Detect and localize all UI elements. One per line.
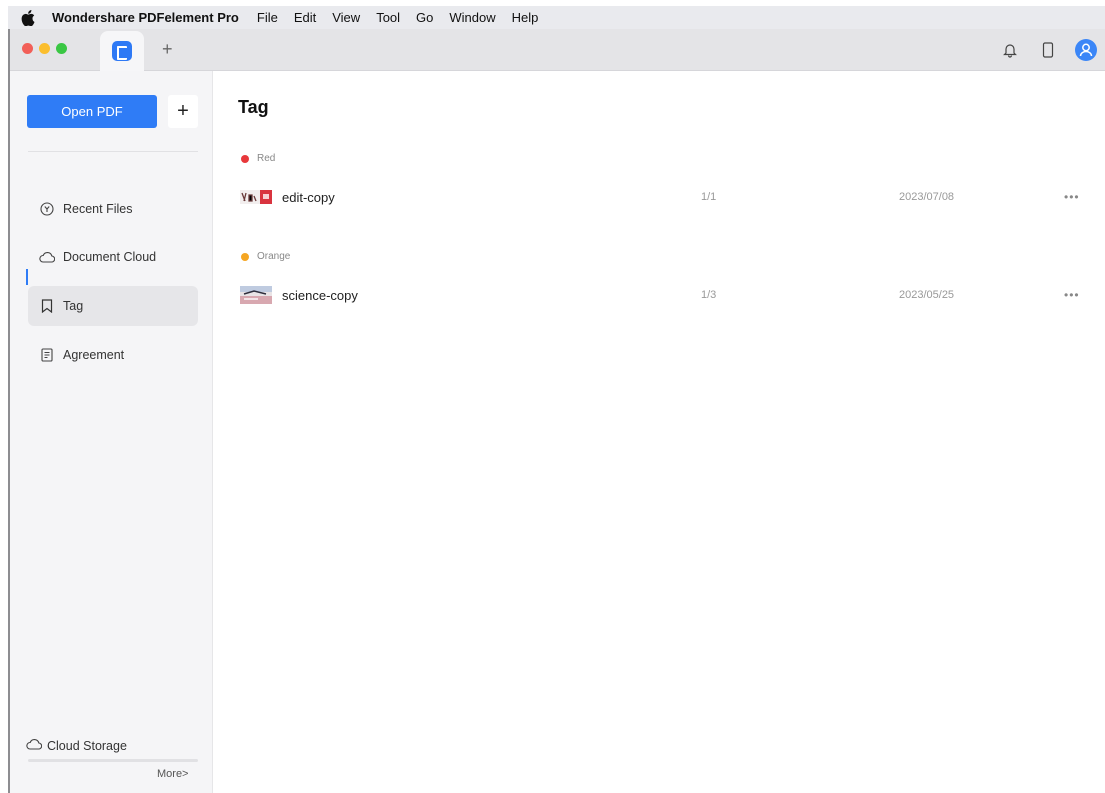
sidebar-item-tag[interactable]: Tag (28, 286, 198, 326)
apple-icon[interactable] (8, 6, 48, 29)
menu-view[interactable]: View (324, 6, 368, 29)
menu-tool[interactable]: Tool (368, 6, 408, 29)
app-window: + Open PDF + Recent Files Document Cloud… (8, 29, 1105, 793)
menu-file[interactable]: File (249, 6, 286, 29)
sidebar-item-label: Tag (63, 299, 84, 313)
cloud-storage-label: Cloud Storage (47, 738, 127, 753)
more-options-icon[interactable]: ••• (1064, 190, 1080, 204)
file-row[interactable]: science-copy 1/3 2023/05/25 ••• (240, 281, 1085, 309)
tag-group-label: Orange (257, 251, 291, 262)
user-avatar-icon[interactable] (1075, 39, 1097, 61)
file-pages: 1/3 (701, 289, 717, 301)
titlebar-actions (999, 39, 1097, 61)
tab-home[interactable] (100, 31, 144, 71)
cloud-storage-link[interactable]: Cloud Storage (26, 738, 127, 753)
file-row[interactable]: edit-copy 1/1 2023/07/08 ••• (240, 183, 1085, 211)
document-icon (39, 347, 55, 363)
sidebar-item-agreement[interactable]: Agreement (28, 335, 198, 375)
menu-bar: Wondershare PDFelement Pro File Edit Vie… (8, 6, 1105, 29)
file-name: science-copy (282, 287, 358, 303)
bell-icon[interactable] (999, 39, 1021, 61)
file-thumbnail (240, 286, 272, 304)
file-thumbnail (240, 188, 272, 206)
menu-help[interactable]: Help (504, 6, 547, 29)
minimize-window-button[interactable] (39, 43, 50, 54)
tag-group-red: Red (241, 153, 275, 164)
phone-icon[interactable] (1037, 39, 1059, 61)
file-date: 2023/05/25 (899, 289, 955, 301)
active-indicator (26, 269, 28, 285)
more-options-icon[interactable]: ••• (1064, 288, 1080, 302)
tag-color-dot (241, 154, 249, 163)
more-link[interactable]: More> (157, 768, 189, 780)
file-pages: 1/1 (701, 191, 717, 203)
open-pdf-button[interactable]: Open PDF (27, 95, 157, 128)
sidebar-divider (28, 151, 198, 152)
add-button[interactable]: + (168, 95, 198, 128)
tag-group-orange: Orange (241, 251, 290, 262)
page-title: Tag (238, 97, 269, 117)
window-controls (22, 43, 67, 54)
sidebar-item-document-cloud[interactable]: Document Cloud (28, 237, 198, 277)
clock-icon (39, 201, 55, 217)
menu-window[interactable]: Window (441, 6, 503, 29)
storage-usage-bar (28, 759, 198, 762)
close-window-button[interactable] (22, 43, 33, 54)
menu-edit[interactable]: Edit (286, 6, 324, 29)
tag-color-dot (241, 252, 249, 261)
file-name: edit-copy (282, 189, 335, 205)
menu-app-name[interactable]: Wondershare PDFelement Pro (48, 6, 249, 29)
sidebar-item-label: Agreement (63, 348, 125, 362)
sidebar-item-label: Document Cloud (63, 250, 157, 264)
file-date: 2023/07/08 (899, 191, 955, 203)
sidebar-item-recent-files[interactable]: Recent Files (28, 189, 198, 229)
new-tab-button[interactable]: + (162, 40, 173, 58)
main-content: Tag Red edit-copy 1/1 2023/07/08 ••• Ora… (214, 71, 1105, 793)
title-bar: + (10, 29, 1105, 71)
bookmark-icon (39, 298, 55, 314)
tag-group-label: Red (257, 153, 276, 164)
zoom-window-button[interactable] (56, 43, 67, 54)
pdfelement-logo-icon (112, 41, 132, 61)
menu-go[interactable]: Go (408, 6, 441, 29)
sidebar-item-label: Recent Files (63, 202, 133, 216)
sidebar: Open PDF + Recent Files Document Cloud T… (10, 71, 213, 793)
cloud-icon (39, 249, 55, 265)
cloud-icon (26, 738, 43, 753)
